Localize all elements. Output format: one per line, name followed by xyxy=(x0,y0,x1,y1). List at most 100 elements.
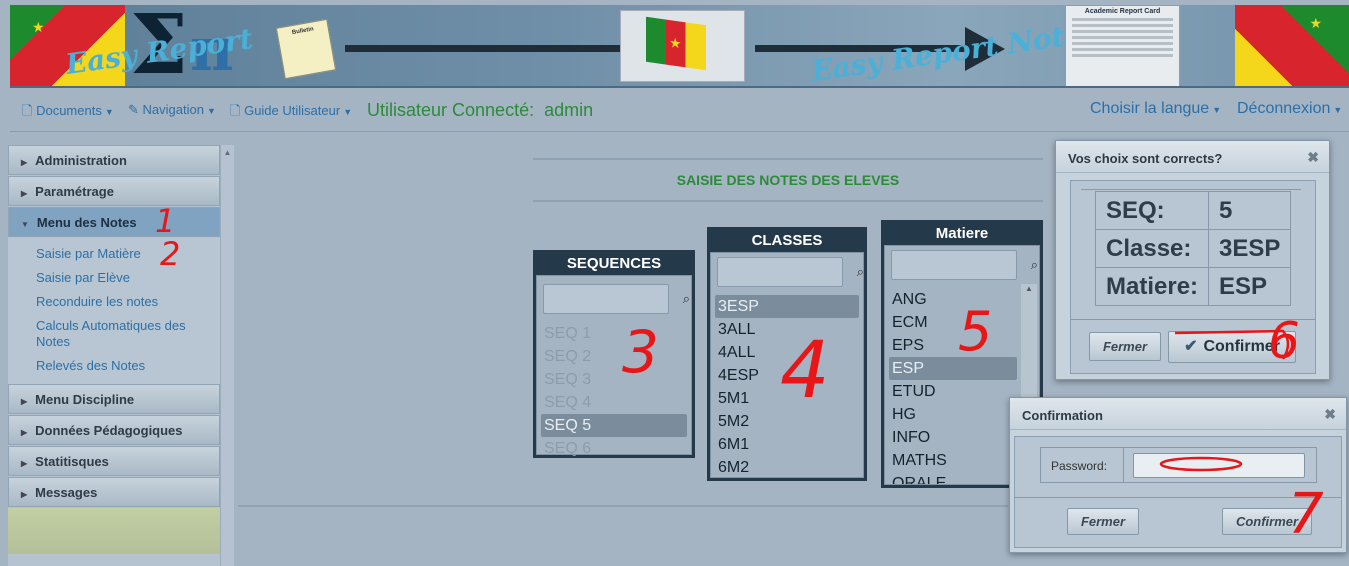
sequences-list: SEQ 1 SEQ 2 SEQ 3 SEQ 4 SEQ 5 SEQ 6 xyxy=(537,322,691,460)
list-item[interactable]: 6M2 xyxy=(715,456,859,479)
triangle-right-icon: ▶ xyxy=(21,490,28,499)
nav-documents-label: Documents xyxy=(36,103,102,118)
sidebar-item-reconduire[interactable]: Reconduire les notes xyxy=(8,290,220,314)
sidebar-section-menu-notes[interactable]: ▼ Menu des Notes xyxy=(8,207,220,237)
caret-down-icon: ▼ xyxy=(104,107,114,117)
page-title: SAISIE DES NOTES DES ELEVES xyxy=(676,172,900,188)
classes-title: CLASSES xyxy=(751,232,823,249)
notepad-label: Bulletin xyxy=(291,26,315,37)
nav-navigation[interactable]: ✎ Navigation ▼ xyxy=(128,102,216,118)
classes-search-input[interactable]: ⌕ xyxy=(717,257,864,287)
triangle-right-icon: ▶ xyxy=(21,158,28,167)
document-icon: 🗋 xyxy=(230,103,241,118)
table-row: Matiere: ESP xyxy=(1094,267,1292,306)
cameroon-flag-icon: ★ xyxy=(620,10,745,82)
nav-documents[interactable]: 🗋 Documents ▼ xyxy=(22,102,114,124)
list-item-selected[interactable]: ESP xyxy=(889,357,1017,380)
divider xyxy=(533,158,1043,160)
sidebar-section-label: Administration xyxy=(35,153,127,168)
sidebar-section-label: Données Pédagogiques xyxy=(35,423,183,438)
annotation-2: 2 xyxy=(160,235,181,273)
header-banner: ★ Σ π Easy Report Bulletin ★ Easy Report… xyxy=(10,5,1349,88)
dialog-title: Vos choix sont corrects? ✖ xyxy=(1056,141,1329,173)
connected-user: Utilisateur Connecté: admin xyxy=(367,100,593,121)
nav-guide[interactable]: 🗋 Guide Utilisateur ▼ xyxy=(230,102,352,124)
list-item[interactable]: ECM xyxy=(889,311,1017,334)
divider xyxy=(238,505,1008,507)
sidebar-footer xyxy=(8,508,220,554)
caret-down-icon: ▼ xyxy=(1333,105,1343,115)
sidebar-item-releves[interactable]: Relevés des Notes xyxy=(8,354,220,378)
connected-user-name: admin xyxy=(544,100,594,120)
triangle-right-icon: ▶ xyxy=(21,189,28,198)
nav-language[interactable]: Choisir la langue ▼ xyxy=(1090,100,1221,118)
sequences-search-input[interactable]: ⌕ xyxy=(543,284,690,314)
annotation-password-scribble xyxy=(1159,456,1243,472)
list-item[interactable]: EPS xyxy=(889,334,1017,357)
list-item[interactable]: ETUD xyxy=(889,380,1017,403)
list-item[interactable]: SEQ 6 xyxy=(541,437,687,460)
sidebar-section-parametrage[interactable]: ▶ Paramétrage xyxy=(8,176,220,206)
password-label: Password: xyxy=(1051,459,1108,473)
sidebar-item-calculs[interactable]: Calculs Automatiques des Notes xyxy=(8,314,220,354)
pencil-icon: ✎ xyxy=(128,102,139,117)
list-item[interactable]: SEQ 3 xyxy=(541,368,687,391)
matiere-title: Matiere xyxy=(935,225,989,242)
sidebar-section-messages[interactable]: ▶ Messages xyxy=(8,477,220,507)
search-icon[interactable]: ⌕ xyxy=(683,291,690,307)
list-item-selected[interactable]: 3ESP xyxy=(715,295,859,318)
sidebar-section-donnees[interactable]: ▶ Données Pédagogiques xyxy=(8,415,220,445)
sidebar-item-saisie-eleve[interactable]: Saisie par Elève xyxy=(8,266,220,290)
list-item[interactable]: ORALE xyxy=(889,472,1017,484)
divider xyxy=(533,200,1043,202)
close-icon[interactable]: ✖ xyxy=(1324,406,1336,423)
list-item[interactable]: HG xyxy=(889,403,1017,426)
sidebar-section-discipline[interactable]: ▶ Menu Discipline xyxy=(8,384,220,414)
table-row: SEQ: 5 xyxy=(1094,191,1292,230)
list-item[interactable]: SEQ 2 xyxy=(541,345,687,368)
sidebar-section-label: Statitisques xyxy=(35,454,109,469)
choice-value: 5 xyxy=(1208,191,1292,230)
list-item-selected[interactable]: SEQ 5 xyxy=(541,414,687,437)
list-item[interactable]: 6M1 xyxy=(715,433,859,456)
list-item[interactable]: SEQ 4 xyxy=(541,391,687,414)
choice-value: ESP xyxy=(1208,267,1292,306)
list-item[interactable]: SEQ 1 xyxy=(541,322,687,345)
sidebar-section-label: Menu Discipline xyxy=(35,392,135,407)
menu-notes-list: Saisie par Matière Saisie par Elève Reco… xyxy=(8,238,220,384)
choice-value: 3ESP xyxy=(1208,229,1292,268)
matiere-search-input[interactable]: ⌕ xyxy=(891,250,1038,280)
report-card-label: Academic Report Card xyxy=(1084,8,1161,15)
search-icon[interactable]: ⌕ xyxy=(1031,257,1038,273)
dialog-title: Confirmation ✖ xyxy=(1010,398,1346,430)
sequences-title: SEQUENCES xyxy=(566,255,662,272)
document-icon: 🗋 xyxy=(22,103,33,118)
nav-logout[interactable]: Déconnexion ▼ xyxy=(1237,100,1342,118)
banner-text-right: Easy Report Notes xyxy=(809,15,1100,88)
annotation-5: 5 xyxy=(958,300,993,363)
search-icon[interactable]: ⌕ xyxy=(857,264,864,280)
chevron-up-icon[interactable]: ▲ xyxy=(221,148,234,157)
list-item[interactable]: MATHS xyxy=(889,449,1017,472)
connected-user-label: Utilisateur Connecté: xyxy=(367,100,535,120)
table-row: Classe: 3ESP xyxy=(1094,229,1292,268)
report-card-icon: Academic Report Card xyxy=(1065,5,1180,86)
banner-arrow xyxy=(345,45,625,52)
close-icon[interactable]: ✖ xyxy=(1307,149,1319,166)
chevron-up-icon[interactable]: ▲ xyxy=(1021,284,1037,293)
sidebar-section-label: Menu des Notes xyxy=(36,215,137,230)
fermer-button[interactable]: Fermer xyxy=(1067,508,1139,535)
list-item[interactable]: INFO xyxy=(889,426,1017,449)
sidebar-section-statistiques[interactable]: ▶ Statitisques xyxy=(8,446,220,476)
choice-label: Matiere: xyxy=(1094,267,1210,306)
annotation-7: 7 xyxy=(1288,482,1324,547)
sidebar-section-label: Messages xyxy=(35,485,98,500)
list-item[interactable]: ANG xyxy=(889,288,1017,311)
sidebar-scrollbar[interactable]: ▲ xyxy=(220,145,234,566)
fermer-button[interactable]: Fermer xyxy=(1089,332,1161,361)
sidebar-item-saisie-matiere[interactable]: Saisie par Matière xyxy=(8,242,220,266)
choices-table: SEQ: 5 Classe: 3ESP Matiere: ESP xyxy=(1094,191,1292,306)
sidebar-section-label: Paramétrage xyxy=(35,184,114,199)
choice-label: Classe: xyxy=(1094,229,1210,268)
sidebar-section-administration[interactable]: ▶ Administration xyxy=(8,145,220,175)
